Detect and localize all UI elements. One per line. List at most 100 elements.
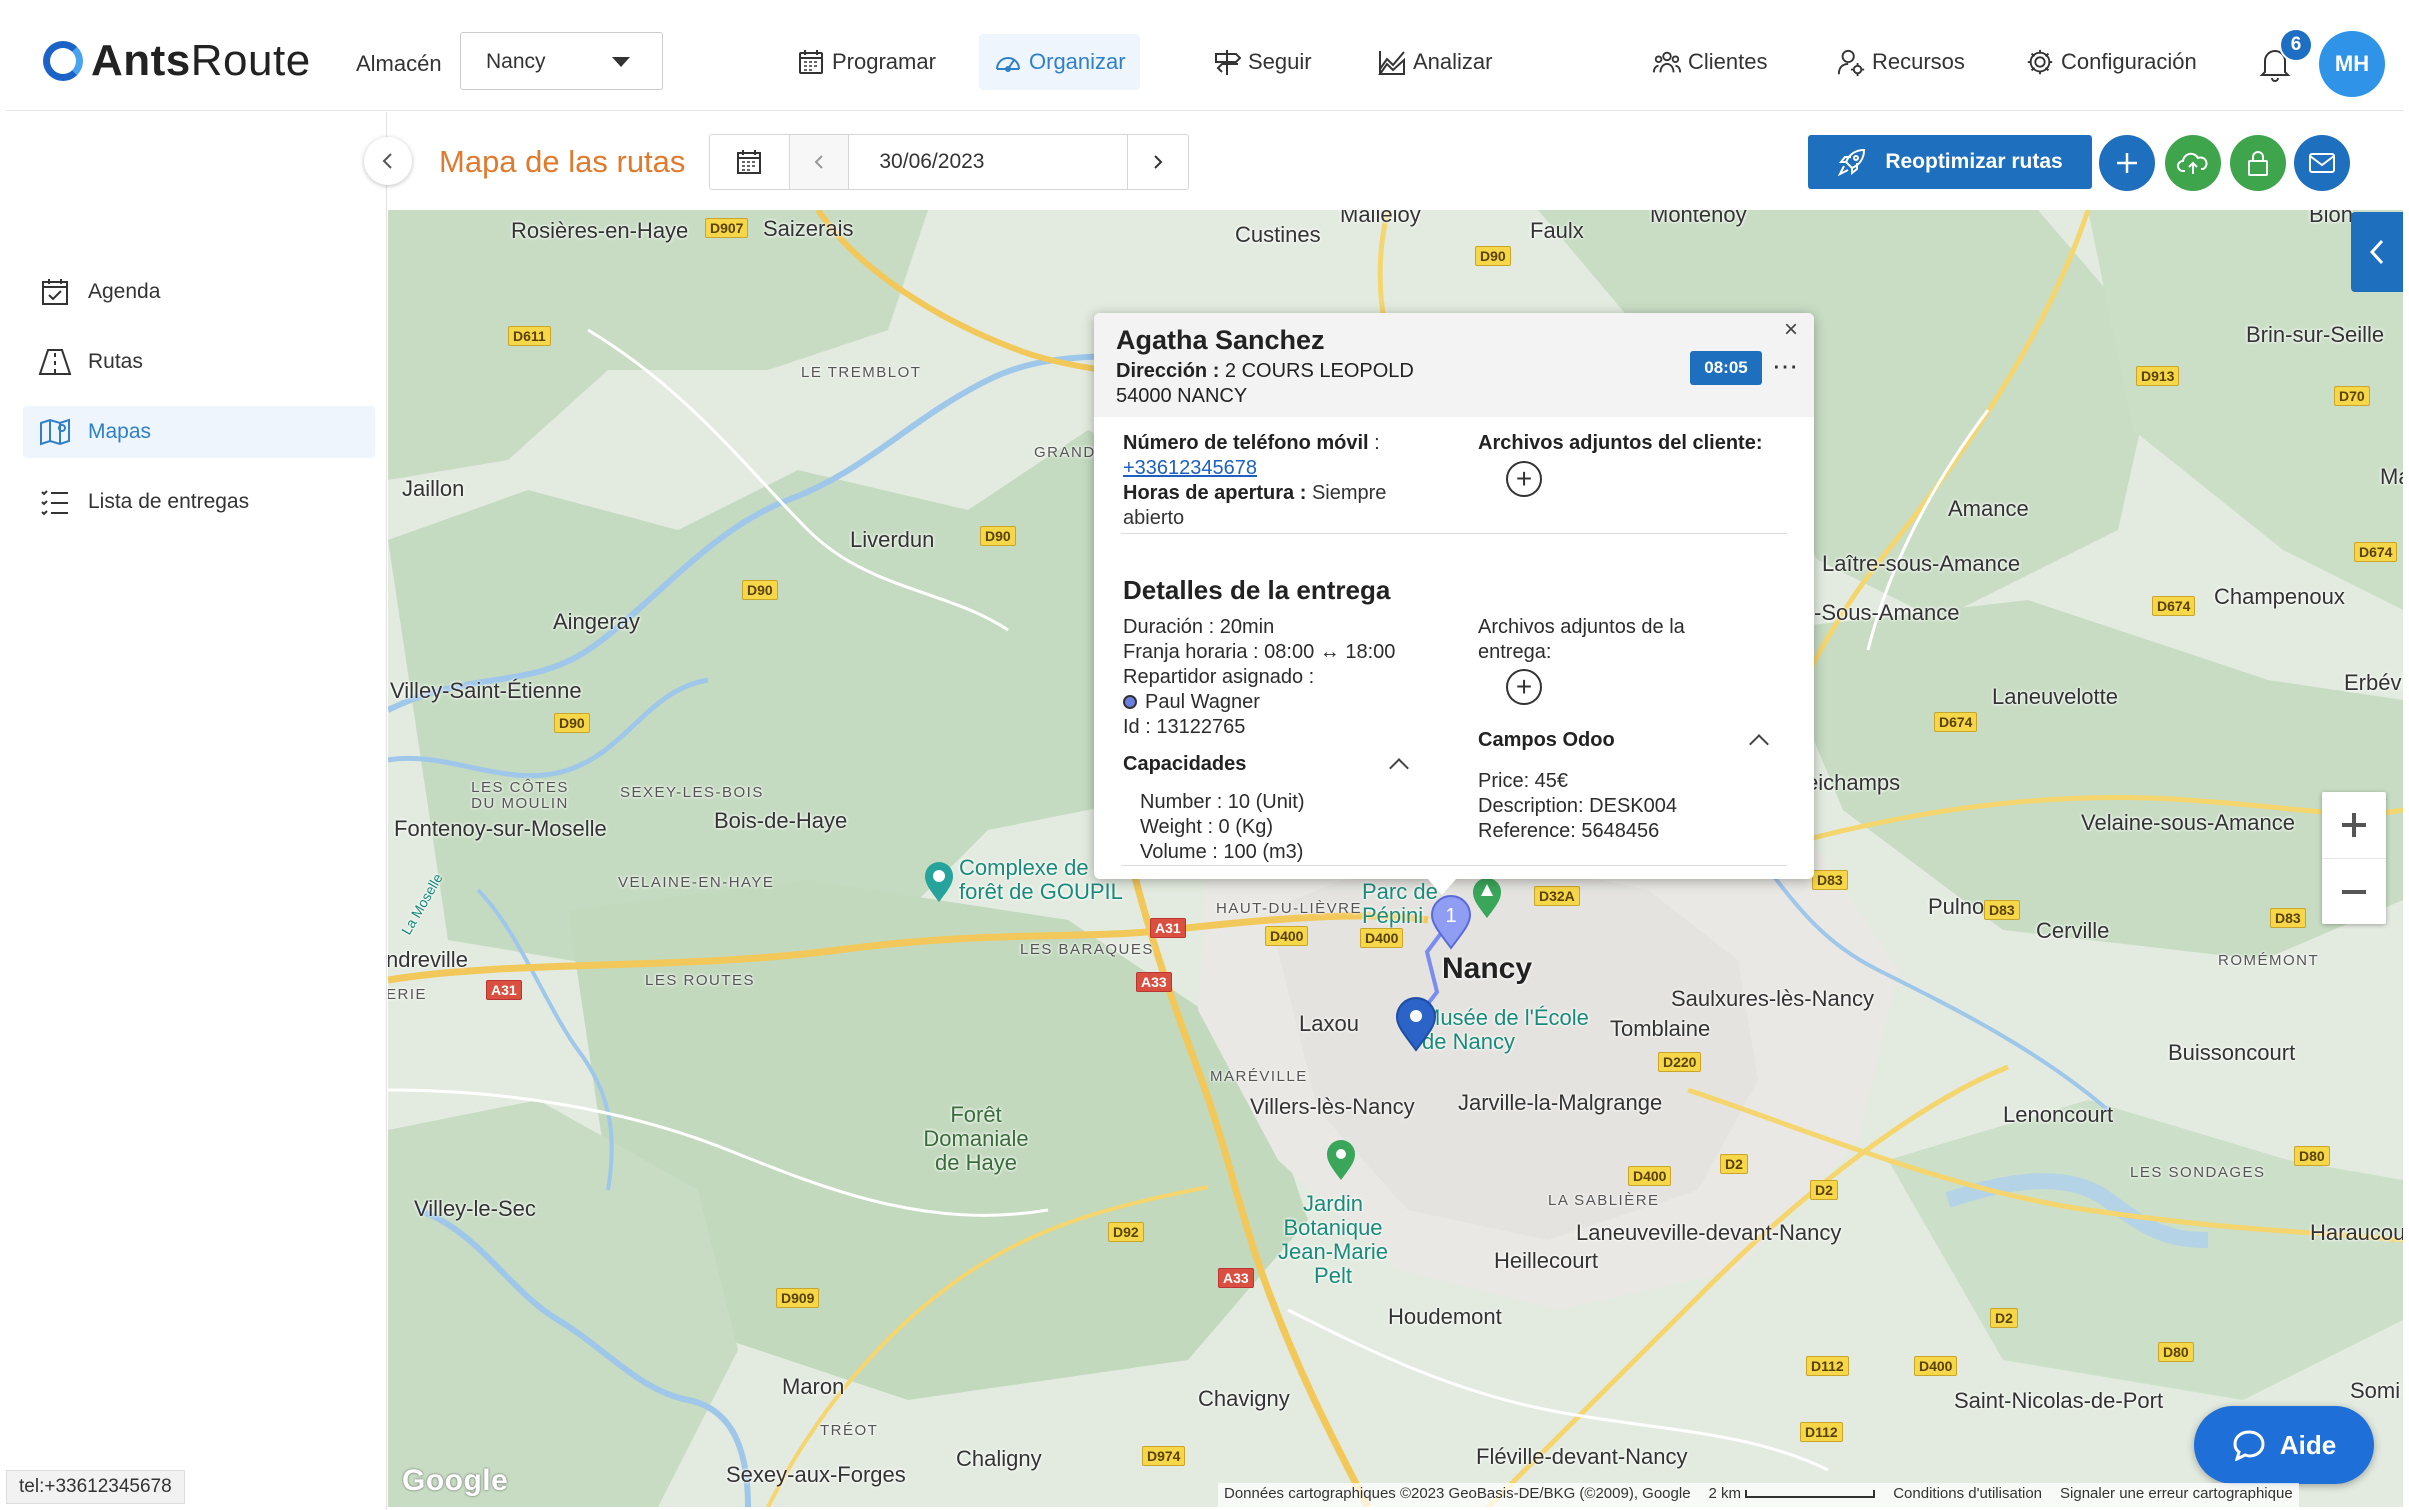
road-tag: D913	[2136, 366, 2180, 386]
odoo-fields-title[interactable]: Campos Odoo	[1478, 729, 1615, 752]
help-button[interactable]: Aide	[2194, 1406, 2374, 1484]
place-label: Laître-sous-Amance	[1822, 551, 2021, 576]
nav-analizar[interactable]: Analizar	[1363, 34, 1506, 90]
delivery-details-title: Detalles de la entrega	[1123, 575, 1391, 605]
depot-marker[interactable]	[1394, 996, 1438, 1052]
nav-label: Programar	[832, 49, 936, 74]
road-tag: D2	[1990, 1308, 2018, 1328]
nav-seguir[interactable]: Seguir	[1198, 34, 1326, 90]
date-picker: 30/06/2023	[709, 134, 1189, 190]
place-label: Laxou	[1299, 1011, 1359, 1036]
report-error-link[interactable]: Signaler une erreur cartographique	[2060, 1485, 2293, 1505]
google-logo: Google	[402, 1464, 509, 1497]
road-tag: D674	[2354, 542, 2398, 562]
place-label: Montenoy	[1650, 210, 1747, 227]
sidebar-item-rutas[interactable]: Rutas	[23, 336, 375, 388]
place-label: TRÉOT	[820, 1422, 879, 1439]
reoptimize-routes-button[interactable]: Reoptimizar rutas	[1808, 135, 2092, 189]
terms-link[interactable]: Conditions d'utilisation	[1893, 1485, 2042, 1505]
place-label: Saulxures-lès-Nancy	[1671, 986, 1874, 1011]
place-label: Faulx	[1530, 218, 1584, 243]
place-label: Blon	[2309, 210, 2354, 227]
road-tag: A31	[1150, 918, 1186, 938]
road-tag: D80	[2158, 1342, 2194, 1362]
zoom-in-button[interactable]	[2322, 792, 2386, 858]
place-label: eichamps	[1806, 770, 1901, 795]
antsroute-logo[interactable]: AntsRoute	[43, 36, 311, 86]
place-label: Amance	[1948, 496, 2029, 521]
popup-pointer	[1428, 879, 1456, 895]
sidebar-item-agenda[interactable]: Agenda	[23, 266, 375, 318]
poi-marker-icon	[925, 862, 953, 902]
zoom-out-button[interactable]	[2322, 858, 2386, 924]
road-tag: D90	[1475, 246, 1511, 266]
calendar-icon	[737, 150, 762, 174]
scale-label: 2 km	[1709, 1485, 1876, 1505]
road-tag: D112	[1800, 1422, 1843, 1442]
nav-recursos[interactable]: Recursos	[1822, 34, 1979, 90]
add-client-file-icon[interactable]: +	[1506, 461, 1542, 497]
logo-mark	[43, 41, 83, 81]
plus-icon	[2342, 813, 2366, 837]
nav-label: Organizar	[1029, 49, 1126, 74]
add-button[interactable]	[2099, 135, 2155, 191]
calendar-button[interactable]	[710, 135, 790, 189]
place-label: HAUT-DU-LIÈVRE	[1216, 900, 1363, 917]
phone-link[interactable]: +33612345678	[1123, 457, 1257, 479]
expand-panel-button[interactable]	[2351, 212, 2403, 292]
place-label: Bois-de-Haye	[714, 808, 848, 833]
odoo-fields-list: Price: 45€ Description: DESK004 Referenc…	[1478, 770, 1677, 842]
email-button[interactable]	[2294, 135, 2350, 191]
sidebar-item-mapas[interactable]: Mapas	[23, 406, 375, 458]
avatar[interactable]: MH	[2319, 31, 2385, 97]
road-tag: D400	[1360, 928, 1404, 948]
client-address: Dirección : 2 COURS LEOPOLD 54000 NANCY	[1116, 360, 1414, 407]
popup-header: Agatha Sanchez Dirección : 2 COURS LEOPO…	[1094, 313, 1814, 417]
logo-text: AntsRoute	[91, 36, 311, 85]
chevron-down-icon	[612, 57, 630, 67]
garden-marker-icon	[1327, 1140, 1355, 1180]
road-tag: D83	[2270, 908, 2306, 928]
place-label: LE TREMBLOT	[801, 364, 922, 381]
chevron-right-icon	[1154, 155, 1163, 169]
capacities-list: Number : 10 (Unit) Weight : 0 (Kg) Volum…	[1140, 791, 1305, 863]
nav-label: Clientes	[1688, 49, 1768, 74]
stop-marker-1[interactable]: 1	[1429, 894, 1473, 950]
chevron-left-icon	[814, 155, 823, 169]
place-label: LES CÔTES DU MOULIN	[471, 779, 569, 812]
place-label: LES BARAQUES	[1020, 941, 1154, 958]
place-label: MARÉVILLE	[1210, 1068, 1308, 1085]
next-day-button[interactable]	[1128, 135, 1188, 189]
road-tag: D32A	[1534, 886, 1580, 906]
gear-icon	[2025, 47, 2055, 77]
close-icon[interactable]: ×	[1784, 316, 1798, 344]
nav-clientes[interactable]: Clientes	[1638, 34, 1781, 90]
park-marker-icon	[1473, 878, 1501, 918]
place-label-nancy: Nancy	[1442, 952, 1533, 985]
warehouse-select[interactable]: Nancy	[460, 32, 663, 90]
signpost-icon	[1212, 47, 1242, 77]
nav-programar[interactable]: Programar	[782, 34, 950, 90]
cloud-upload-button[interactable]	[2165, 135, 2221, 191]
place-label: Somi	[2350, 1378, 2401, 1403]
rocket-icon	[1837, 147, 1867, 177]
previous-day-button[interactable]	[789, 135, 850, 189]
road-tag: D2	[1810, 1180, 1838, 1200]
road-tag: D974	[1142, 1446, 1186, 1466]
route-icon	[38, 345, 72, 379]
place-label: VELAINE-EN-HAYE	[618, 874, 775, 891]
nav-configuracion[interactable]: Configuración	[2011, 34, 2211, 90]
add-delivery-file-icon[interactable]: +	[1506, 669, 1542, 705]
lock-button[interactable]	[2230, 135, 2286, 191]
more-options-icon[interactable]: ⋯	[1772, 351, 1799, 382]
chevron-left-icon	[382, 153, 392, 169]
place-label: Laneuvelotte	[1992, 684, 2118, 709]
place-label: Chaligny	[956, 1446, 1042, 1471]
nav-organizar[interactable]: Organizar	[979, 34, 1140, 90]
date-value[interactable]: 30/06/2023	[849, 135, 1129, 189]
collapse-sidebar-button[interactable]	[364, 137, 412, 185]
sidebar-item-lista-entregas[interactable]: Lista de entregas	[23, 476, 375, 528]
place-label: -Sous-Amance	[1814, 600, 1960, 625]
place-label: Tomblaine	[1610, 1016, 1711, 1041]
capacities-title[interactable]: Capacidades	[1123, 753, 1246, 776]
